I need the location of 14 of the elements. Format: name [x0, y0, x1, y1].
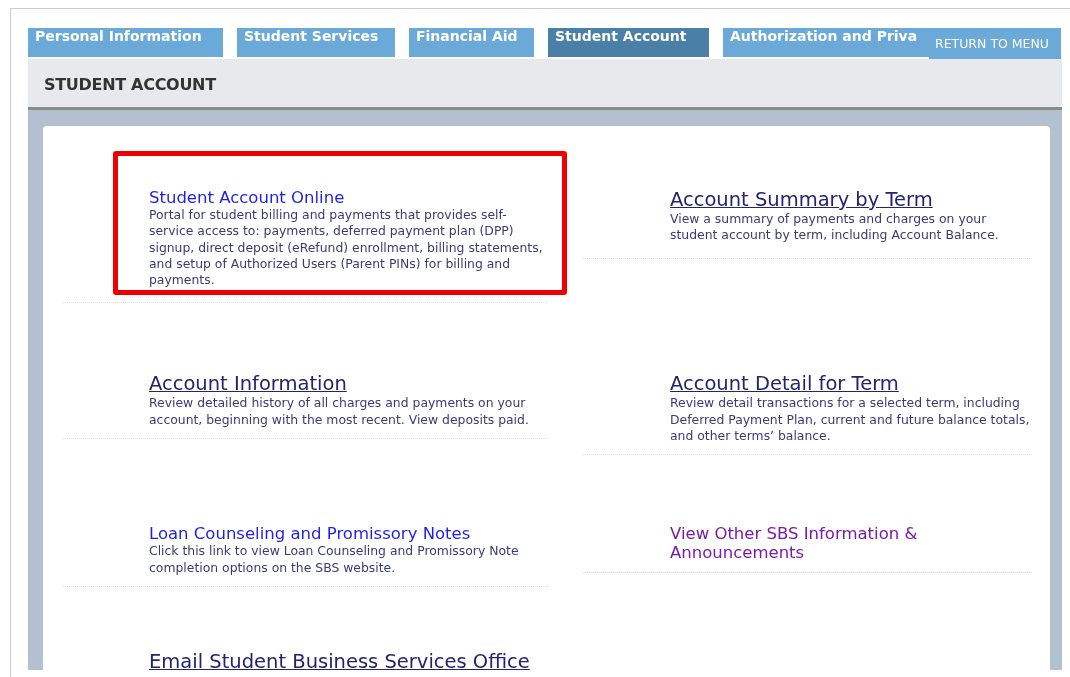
- link[interactable]: Email Student Business Services Office: [149, 650, 530, 670]
- link-description: Review detail transactions for a selected term, including Deferred Payment Plan, current and future balance totals, and other terms’ balance.: [670, 395, 1031, 445]
- link[interactable]: Account Summary by Term: [670, 188, 933, 211]
- link[interactable]: Loan Counseling and Promissory Notes: [149, 524, 471, 544]
- tab-selected[interactable]: Student Account: [548, 28, 709, 57]
- link[interactable]: Account Detail for Term: [670, 372, 899, 396]
- link[interactable]: Account Information: [149, 372, 347, 396]
- link[interactable]: Student Account Online: [149, 188, 345, 207]
- link-description: Review detailed history of all charges and payments on your account, beginning with the most recent. View deposits paid.: [149, 395, 530, 429]
- page-title: STUDENT ACCOUNT: [28, 59, 1062, 110]
- link-description: Click this link to view Loan Counseling and Promissory Note completion options on the SBS website.: [149, 543, 520, 576]
- link[interactable]: View Other SBS Information & Announcements: [670, 524, 950, 563]
- link-description: Portal for student billing and payments that provides self-service access to: payments, deferred payment plan (DPP) signup, direct deposit (eRefund) enrollment, billing statements, and setup of Authorized Users (Parent PINs) for billing and payments.: [149, 207, 544, 289]
- link-description: View a summary of payments and charges on your student account by term, including Account Balance.: [670, 211, 1000, 244]
